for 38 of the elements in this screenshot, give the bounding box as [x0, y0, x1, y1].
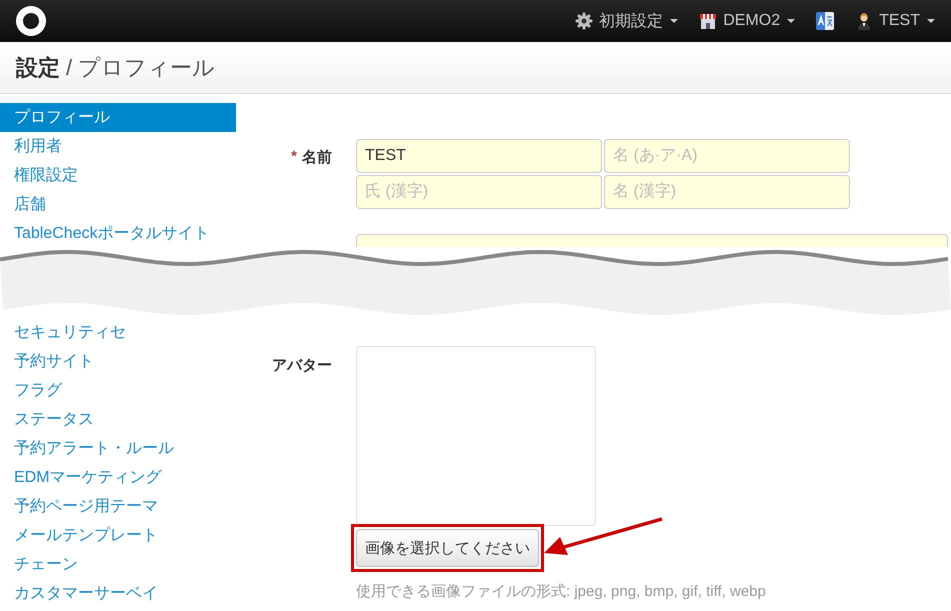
sidebar-item[interactable]: 予約サイト [0, 347, 236, 376]
sidebar-item[interactable]: メールテンプレート [0, 521, 236, 550]
sidebar-item[interactable]: TableCheckポータルサイト [0, 219, 236, 248]
breadcrumb-separator: / [66, 54, 72, 80]
sidebar-item[interactable]: EDMマーケティング [0, 463, 236, 492]
input-field[interactable] [356, 234, 948, 247]
section-title: 設定 [16, 54, 60, 82]
gear-icon [575, 12, 594, 30]
sidebar-item[interactable]: チェーン [0, 550, 236, 579]
logo-icon[interactable] [16, 6, 46, 36]
sidebar-item[interactable]: 権限設定 [0, 161, 236, 190]
sidebar-item[interactable]: 予約ページ用テーマ [0, 492, 236, 521]
menu-label[interactable]: 初期設定 [599, 10, 664, 32]
sidebar-item[interactable]: 利用者 [0, 132, 236, 161]
required-mark: * [291, 148, 297, 167]
sidebar-item[interactable]: セキュリティセ [0, 318, 236, 347]
menu-label[interactable]: DEMO2 [723, 12, 780, 30]
choose-image-button[interactable]: 画像を選択してください [356, 529, 539, 567]
caret-icon [670, 19, 678, 23]
input-field[interactable]: TEST [356, 139, 602, 173]
sidebar-item[interactable]: ステータス [0, 405, 236, 434]
translate-icon[interactable] [816, 12, 834, 30]
caret-icon [787, 19, 796, 23]
input-field[interactable]: 氏 (漢字) [356, 175, 602, 209]
menu-label[interactable]: TEST [879, 12, 920, 30]
sidebar-item[interactable]: カスタマーサーベイ [0, 579, 236, 608]
store-icon [699, 12, 718, 30]
caret-icon [927, 19, 935, 23]
page-title: プロフィール [78, 54, 216, 82]
sidebar-item[interactable]: 予約アラート・ルール [0, 434, 236, 463]
sidebar-item[interactable]: フラグ [0, 376, 236, 405]
field-label: アバター [272, 356, 332, 376]
input-field[interactable]: 名 (あ·ア·A) [604, 139, 850, 173]
hint-text: 使用できる画像ファイルの形式: jpeg, png, bmp, gif, tiff, webp [356, 582, 766, 601]
input-field[interactable]: 名 (漢字) [604, 175, 850, 209]
sidebar-item[interactable]: 店舗 [0, 190, 236, 219]
field-label: 名前 [302, 148, 332, 168]
sidebar-item[interactable]: プロフィール [0, 103, 236, 132]
